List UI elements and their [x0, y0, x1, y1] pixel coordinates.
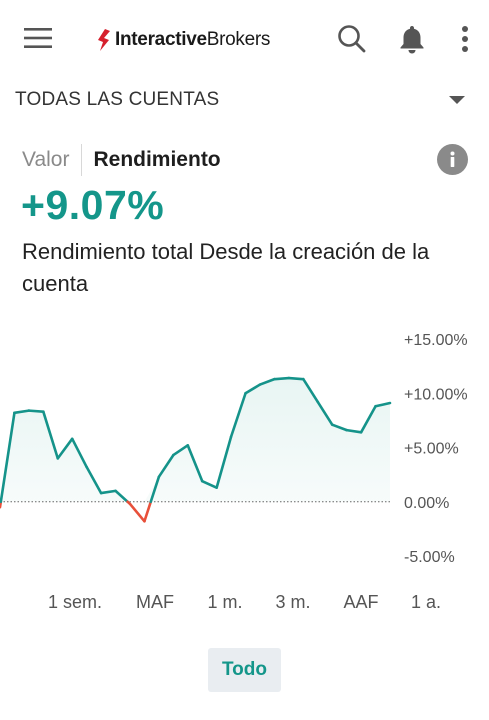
y-axis-tick-label: +10.00% [404, 386, 468, 403]
chart-line-segment [287, 376, 305, 381]
range-1-year[interactable]: 1 a. [411, 592, 441, 613]
tab-value[interactable]: Valor [22, 148, 81, 172]
tab-performance[interactable]: Rendimiento [93, 148, 220, 172]
range-1-week[interactable]: 1 sem. [48, 592, 102, 613]
range-month-to-date[interactable]: MAF [136, 592, 174, 613]
y-axis-tick-label: -5.00% [404, 549, 455, 566]
ib-logo-icon [98, 29, 110, 51]
range-1-month[interactable]: 1 m. [207, 592, 242, 613]
y-axis-tick-label: 0.00% [404, 495, 449, 512]
search-icon[interactable] [333, 20, 371, 58]
y-axis-tick-label: +5.00% [404, 441, 459, 458]
total-return-value: +9.07% [21, 182, 165, 228]
account-selector[interactable]: TODAS LAS CUENTAS [0, 80, 489, 120]
performance-chart[interactable]: +15.00% +10.00% +5.00% 0.00% -5.00% [0, 320, 489, 590]
y-axis-tick-label: +15.00% [404, 332, 468, 349]
chart-area-fill [0, 378, 390, 502]
logo-text: InteractiveBrokers [115, 29, 271, 50]
info-icon[interactable] [437, 144, 468, 175]
view-tabs: Valor Rendimiento [22, 144, 221, 176]
range-selector: 1 sem. MAF 1 m. 3 m. AAF 1 a. [0, 588, 489, 618]
total-return-description: Rendimiento total Desde la creación de l… [22, 239, 430, 296]
caret-down-icon[interactable] [449, 96, 465, 104]
tab-divider [81, 144, 83, 176]
chart-line-segment [128, 502, 146, 523]
range-year-to-date[interactable]: AAF [343, 592, 378, 613]
top-bar: InteractiveBrokers [0, 0, 489, 76]
chart-line-segment [27, 409, 45, 413]
account-selector-label: TODAS LAS CUENTAS [15, 89, 220, 110]
bell-icon[interactable] [393, 20, 431, 58]
chart-line-segment [143, 500, 153, 523]
interactive-brokers-logo: InteractiveBrokers [96, 27, 270, 53]
hamburger-menu-icon[interactable] [20, 22, 56, 54]
more-vertical-icon[interactable] [452, 20, 478, 58]
range-all-button[interactable]: Todo [208, 648, 281, 692]
chart-line-segment [273, 376, 291, 381]
range-3-months[interactable]: 3 m. [275, 592, 310, 613]
